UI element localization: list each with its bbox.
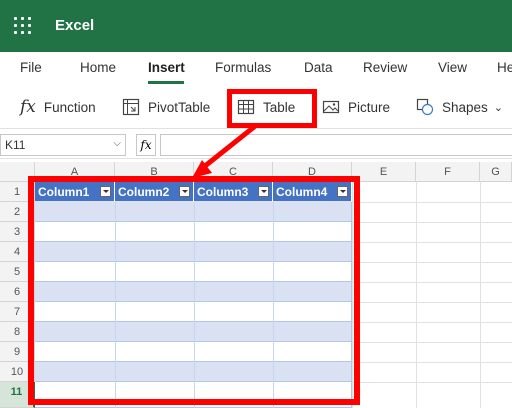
annotation-arrow-icon: [192, 124, 257, 178]
